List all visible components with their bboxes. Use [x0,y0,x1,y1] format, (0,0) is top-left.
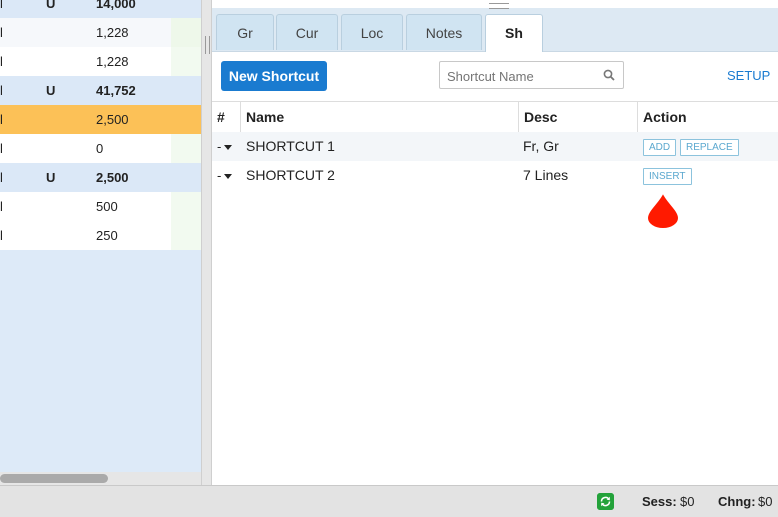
caret-down-icon[interactable] [224,174,233,180]
drop-marker-icon [645,190,681,230]
left-cell-c1: l [0,228,3,243]
left-cell-c4 [171,192,201,221]
left-cell-c4 [171,0,201,18]
left-cell-c4 [171,221,201,250]
left-cell-c3: 41,752 [96,83,136,98]
tab-bar: Gr Cur Loc Notes Sh [212,8,778,52]
left-cell-c3: 1,228 [96,25,129,40]
left-cell-c2: U [46,0,56,11]
tab-cur[interactable]: Cur [276,14,338,50]
left-cell-c1: l [0,54,3,69]
table-row: - SHORTCUT 2 7 Lines INSERT [212,161,778,190]
left-cell-c4 [171,105,201,134]
row-menu-dropdown[interactable]: - [217,132,233,161]
left-cell-c1: l [0,170,3,185]
left-grid: l U 14,000 l 1,228 l 1,228 l U 41,752 l 2,500 l 0 l U 2,… [0,0,201,485]
splitter-grip-icon[interactable] [205,36,210,54]
left-cell-c3: 2,500 [96,112,129,127]
left-cell-c4 [171,76,201,105]
left-cell-c1: l [0,112,3,127]
chng-value: $0 [758,494,773,509]
left-table-row[interactable]: l 2,500 [0,105,201,134]
left-table-row[interactable]: l0 [0,134,201,163]
shortcut-panel: Gr Cur Loc Notes Sh New Shortcut SETUP #… [211,0,778,485]
left-table-row[interactable]: l U 2,500 [0,163,201,192]
left-scrollbar-thumb[interactable] [0,474,108,483]
left-cell-c4 [171,134,201,163]
new-shortcut-button[interactable]: New Shortcut [221,61,327,91]
tab-notes[interactable]: Notes [406,14,482,50]
search-icon[interactable] [603,69,615,81]
add-button[interactable]: ADD [643,139,677,156]
row-name: SHORTCUT 1 [246,138,335,154]
left-cell-c1: l [0,199,3,214]
row-menu-dropdown[interactable]: - [217,161,233,190]
row-name: SHORTCUT 2 [246,167,335,183]
tab-sh[interactable]: Sh [485,14,543,52]
left-cell-c4 [171,47,201,76]
left-table-row[interactable]: l 500 [0,192,201,221]
left-cell-c1: l [0,25,3,40]
header-num[interactable]: # [212,102,240,132]
tab-loc[interactable]: Loc [341,14,403,50]
left-table-row[interactable]: l 250 [0,221,201,250]
header-action[interactable]: Action [638,102,778,132]
search-box[interactable] [439,61,624,89]
left-table-row[interactable]: l U 14,000 [0,0,201,18]
left-cell-c3: 2,500 [96,170,129,185]
sess-label: Sess: [642,494,677,509]
left-cell-c3: 250 [96,228,118,243]
replace-button[interactable]: REPLACE [680,139,739,156]
left-table-row[interactable]: l U 41,752 [0,76,201,105]
header-desc[interactable]: Desc [519,102,637,132]
search-input[interactable] [445,66,599,86]
left-cell-c3: 0 [96,141,104,156]
row-desc: 7 Lines [523,167,569,183]
left-cell-c1: l [0,83,3,98]
sess-value: $0 [680,494,695,509]
left-cell-c2: U [46,83,56,98]
left-cell-c3: 1,228 [96,54,129,69]
left-cell-c2: U [46,170,56,185]
insert-button[interactable]: INSERT [643,168,692,185]
left-table-row[interactable]: l 1,228 [0,18,201,47]
left-cell-c3: 500 [96,199,118,214]
left-cell-c1: l [0,141,3,156]
caret-down-icon[interactable] [224,145,233,151]
left-cell-c4 [171,18,201,47]
refresh-icon[interactable] [597,493,614,510]
status-bar: Sess: $0 Chng: $0 [0,485,778,517]
setup-link[interactable]: SETUP [727,68,770,83]
left-cell-c4 [171,163,201,192]
left-table-row[interactable]: l 1,228 [0,47,201,76]
tab-gr[interactable]: Gr [216,14,274,50]
toolbar: New Shortcut SETUP [212,52,778,100]
chng-label: Chng: [718,494,756,509]
left-cell-c1: l [0,0,3,11]
grid-header: # Name Desc Action [212,101,778,133]
row-desc: Fr, Gr [523,138,559,154]
table-row: - SHORTCUT 1 Fr, Gr ADD REPLACE [212,132,778,161]
left-cell-c3: 14,000 [96,0,136,11]
vertical-resize-grip-icon[interactable] [489,3,509,9]
header-name[interactable]: Name [241,102,518,132]
